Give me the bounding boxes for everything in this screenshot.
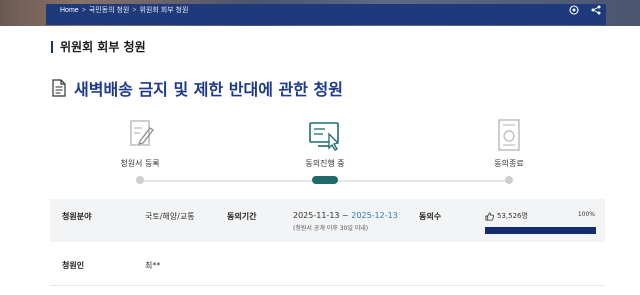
top-banner: Home > 국민동의 청원 > 위원회 회부 청원 (0, 0, 640, 26)
petition-info-row: 청원분야 국토/해양/교통 동의기간 2025-11-13 ~ 2025-12-… (50, 199, 605, 242)
print-icon (569, 5, 579, 15)
breadcrumb-separator: > (132, 7, 137, 14)
agree-count-value: 53,526명 (497, 212, 528, 220)
toolbar (568, 4, 602, 16)
period-start: 2025-11-13 (293, 211, 340, 220)
field-label: 청원분야 (62, 212, 92, 221)
step-in-progress: 동의진행 중 (270, 118, 380, 184)
step-registration: 청원서 등록 (85, 118, 195, 184)
period-end: 2025-12-13 (351, 211, 398, 220)
step-indicator-active (312, 176, 338, 184)
step-indicator (136, 176, 144, 184)
step-indicator (505, 176, 513, 184)
print-button[interactable] (568, 4, 580, 16)
petition-title: 새벽배송 금지 및 제한 반대에 관한 청원 (74, 80, 343, 99)
period-separator: ~ (339, 211, 352, 220)
agree-progress-bar (485, 227, 596, 234)
petitioner-label: 청원인 (62, 261, 85, 270)
document-pen-icon (130, 120, 154, 146)
agree-count: 53,526명 (485, 211, 528, 221)
step-label: 동의종료 (494, 159, 524, 168)
breadcrumb-home[interactable]: Home (60, 7, 79, 14)
breadcrumb-separator: > (81, 7, 86, 14)
petitioner-row: 청원인 최** (50, 246, 605, 286)
agree-label: 동의수 (419, 212, 442, 221)
breadcrumb: Home > 국민동의 청원 > 위원회 회부 청원 (60, 5, 188, 15)
agree-progress-fill (485, 227, 596, 234)
thumbs-up-icon (485, 211, 494, 221)
certificate-icon (498, 119, 520, 151)
breadcrumb-item[interactable]: 위원회 회부 청원 (139, 7, 188, 14)
page-section-title: 위원회 회부 청원 (51, 41, 146, 53)
step-label: 동의진행 중 (305, 159, 345, 168)
period-note: (청원서 공개 이후 30일 이내) (293, 225, 369, 232)
petitioner-value: 최** (145, 261, 161, 270)
monitor-click-icon (309, 122, 340, 151)
share-button[interactable] (590, 4, 602, 16)
period-label: 동의기간 (227, 212, 257, 221)
document-icon (52, 79, 66, 97)
share-icon (591, 5, 601, 15)
breadcrumb-item[interactable]: 국민동의 청원 (89, 7, 130, 14)
field-value: 국토/해양/교통 (145, 212, 195, 221)
petition-header: 새벽배송 금지 및 제한 반대에 관한 청원 (52, 76, 343, 100)
period-range: 2025-11-13 ~ 2025-12-13 (293, 211, 398, 220)
step-closed: 동의종료 (454, 118, 564, 184)
step-label: 청원서 등록 (120, 159, 160, 168)
agree-percent: 100% (577, 211, 595, 218)
